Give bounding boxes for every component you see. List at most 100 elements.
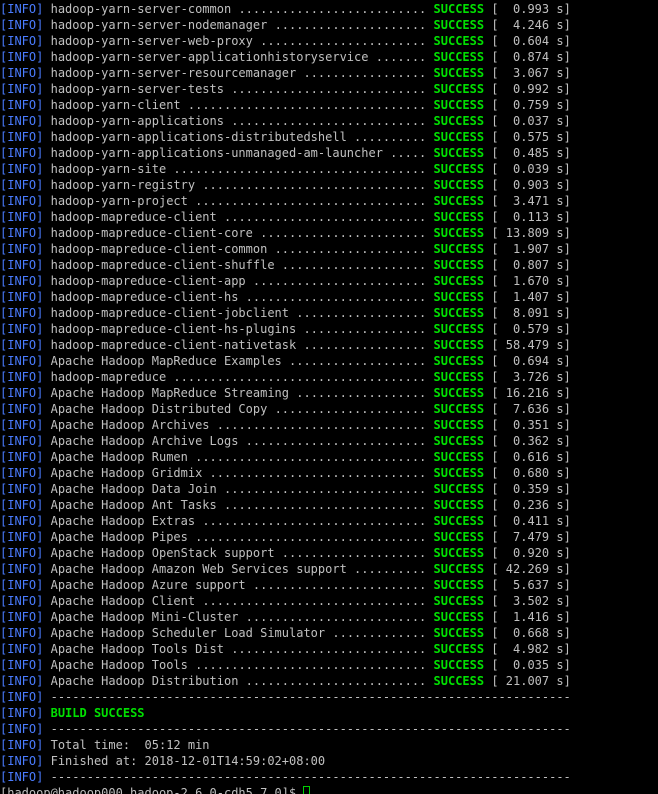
status-success: SUCCESS (433, 306, 485, 320)
info-tag: [INFO] (0, 194, 44, 208)
status-success: SUCCESS (433, 530, 485, 544)
status-success: SUCCESS (433, 370, 485, 384)
module-line: [INFO] hadoop-mapreduce-client-common ..… (0, 242, 571, 256)
module-name: Apache Hadoop MapReduce Examples (50, 354, 282, 368)
info-tag: [INFO] (0, 290, 44, 304)
module-line: [INFO] Apache Hadoop Pipes .............… (0, 530, 571, 544)
info-tag: [INFO] (0, 770, 44, 784)
module-name: hadoop-mapreduce-client-jobclient (50, 306, 290, 320)
status-success: SUCCESS (433, 178, 485, 192)
module-name: Apache Hadoop Scheduler Load Simulator (50, 626, 326, 640)
module-name: Apache Hadoop Azure support (50, 578, 246, 592)
status-success: SUCCESS (433, 626, 485, 640)
info-tag: [INFO] (0, 274, 44, 288)
module-name: hadoop-yarn-project (50, 194, 188, 208)
status-success: SUCCESS (433, 130, 485, 144)
module-name: hadoop-mapreduce-client-hs (50, 290, 239, 304)
info-tag: [INFO] (0, 722, 44, 736)
module-name: Apache Hadoop Extras (50, 514, 196, 528)
module-time: 0.113 (513, 210, 550, 224)
module-time: 0.035 (513, 658, 550, 672)
info-tag: [INFO] (0, 162, 44, 176)
module-time: 58.479 (505, 338, 550, 352)
module-time: 0.039 (512, 162, 550, 176)
info-tag: [INFO] (0, 626, 44, 640)
module-name: Apache Hadoop Distributed Copy (50, 402, 268, 416)
status-success: SUCCESS (433, 658, 485, 672)
build-result: BUILD SUCCESS (50, 706, 145, 720)
status-success: SUCCESS (433, 610, 485, 624)
module-line: [INFO] Apache Hadoop Client ............… (0, 594, 571, 608)
module-time: 1.407 (513, 290, 550, 304)
info-tag: [INFO] (0, 674, 44, 688)
status-success: SUCCESS (433, 226, 485, 240)
module-time: 0.807 (513, 258, 550, 272)
module-line: [INFO] Apache Hadoop Distribution ......… (0, 674, 571, 688)
module-line: [INFO] hadoop-mapreduce-client-nativetas… (0, 338, 571, 352)
info-tag: [INFO] (0, 450, 44, 464)
module-name: Apache Hadoop Ant Tasks (50, 498, 217, 512)
status-success: SUCCESS (433, 194, 485, 208)
module-time: 3.471 (513, 194, 550, 208)
module-line: [INFO] Apache Hadoop Rumen .............… (0, 450, 571, 464)
module-name: hadoop-yarn-server-common (50, 2, 232, 16)
module-name: Apache Hadoop Pipes (50, 530, 188, 544)
status-success: SUCCESS (433, 338, 485, 352)
module-line: [INFO] hadoop-yarn-site ................… (0, 162, 571, 176)
module-line: [INFO] Apache Hadoop Archive Logs ......… (0, 434, 571, 448)
module-line: [INFO] Apache Hadoop Azure support .....… (0, 578, 571, 592)
prompt-line[interactable]: [hadoop@hadoop000 hadoop-2.6.0-cdh5.7.0]… (0, 785, 658, 794)
module-time: 7.479 (513, 530, 550, 544)
terminal-output[interactable]: [INFO] hadoop-yarn-server-common .......… (0, 1, 658, 794)
status-success: SUCCESS (433, 322, 485, 336)
module-line: [INFO] hadoop-mapreduce-client-app .....… (0, 274, 571, 288)
module-time: 0.236 (513, 498, 550, 512)
info-tag: [INFO] (0, 754, 44, 768)
module-line: [INFO] hadoop-yarn-client ..............… (0, 98, 571, 112)
module-line: [INFO] hadoop-yarn-server-nodemanager ..… (0, 18, 571, 32)
status-success: SUCCESS (433, 66, 485, 80)
module-time: 0.359 (513, 482, 550, 496)
module-name: Apache Hadoop Amazon Web Services suppor… (50, 562, 347, 576)
status-success: SUCCESS (433, 594, 485, 608)
module-time: 13.809 (505, 226, 550, 240)
module-name: hadoop-mapreduce-client-app (50, 274, 246, 288)
text-cursor[interactable] (303, 786, 311, 794)
module-name: Apache Hadoop OpenStack support (50, 546, 275, 560)
status-success: SUCCESS (433, 242, 485, 256)
status-success: SUCCESS (433, 2, 485, 16)
info-tag: [INFO] (0, 2, 44, 16)
module-name: Apache Hadoop Client (50, 594, 196, 608)
info-tag: [INFO] (0, 466, 44, 480)
info-tag: [INFO] (0, 498, 44, 512)
module-line: [INFO] hadoop-mapreduce-client-jobclient… (0, 306, 571, 320)
module-name: hadoop-yarn-server-applicationhistoryser… (50, 50, 369, 64)
module-line: [INFO] hadoop-yarn-server-common .......… (0, 2, 571, 16)
module-time: 4.982 (512, 642, 550, 656)
module-line: [INFO] hadoop-mapreduce-client-core ....… (0, 226, 571, 240)
module-time: 21.007 (505, 674, 550, 688)
build-result-line: [INFO] BUILD SUCCESS (0, 705, 658, 721)
info-tag: [INFO] (0, 594, 44, 608)
module-name: hadoop-yarn-client (50, 98, 181, 112)
status-success: SUCCESS (433, 258, 485, 272)
module-line: [INFO] Apache Hadoop MapReduce Examples … (0, 354, 571, 368)
module-time: 0.874 (513, 50, 550, 64)
info-tag: [INFO] (0, 66, 44, 80)
module-line: [INFO] hadoop-yarn-server-resourcemanage… (0, 66, 571, 80)
info-tag: [INFO] (0, 114, 44, 128)
separator-line: [INFO] ---------------------------------… (0, 769, 658, 785)
module-name: Apache Hadoop Rumen (50, 450, 188, 464)
module-time: 3.067 (513, 66, 550, 80)
status-success: SUCCESS (433, 98, 485, 112)
module-time: 4.246 (513, 18, 550, 32)
module-time: 0.411 (513, 514, 550, 528)
module-line: [INFO] hadoop-mapreduce-client-hs ......… (0, 290, 571, 304)
status-success: SUCCESS (433, 114, 485, 128)
separator: ----------------------------------------… (50, 722, 571, 736)
info-tag: [INFO] (0, 146, 44, 160)
shell-prompt: [hadoop@hadoop000 hadoop-2.6.0-cdh5.7.0]… (0, 786, 304, 794)
module-line: [INFO] Apache Hadoop Gridmix ...........… (0, 466, 571, 480)
module-name: Apache Hadoop Mini-Cluster (50, 610, 239, 624)
status-success: SUCCESS (433, 18, 485, 32)
